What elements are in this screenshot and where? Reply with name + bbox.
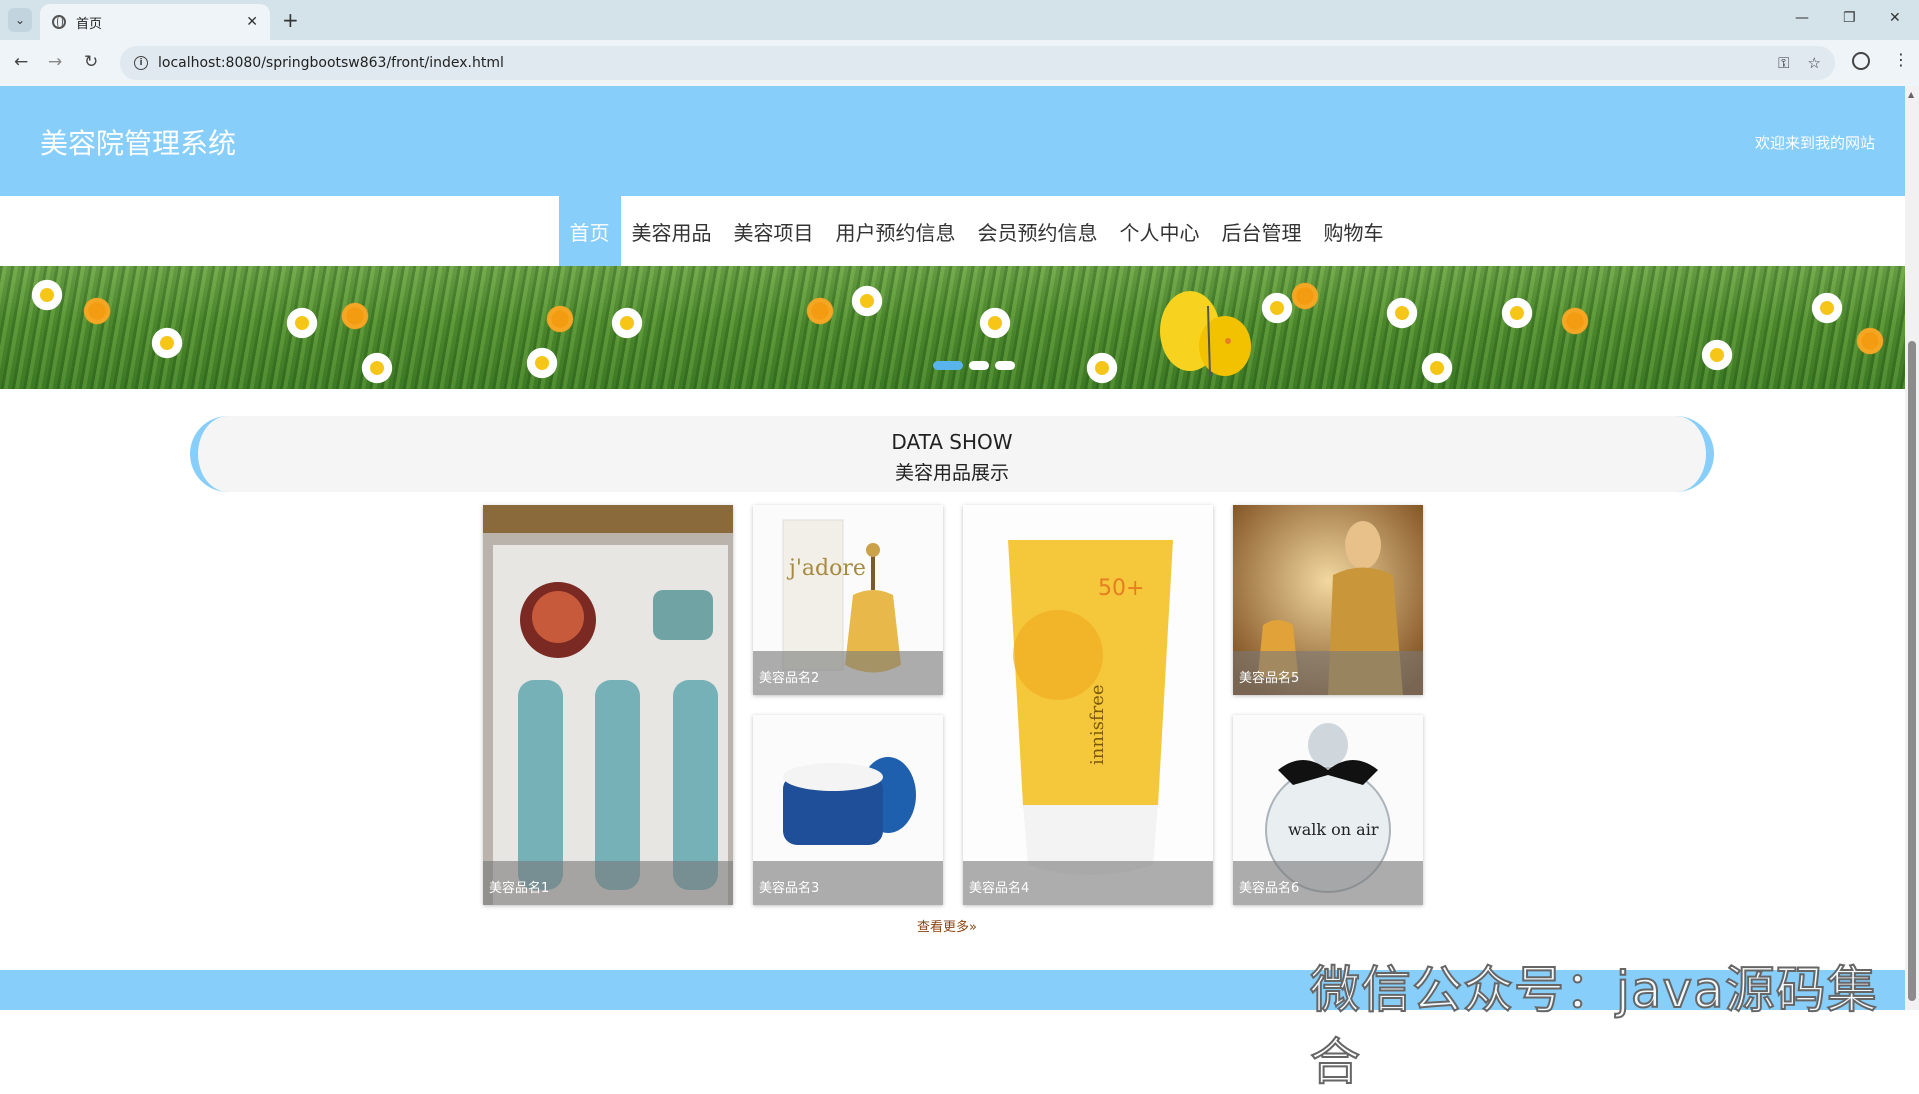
- daisy-flower: [1810, 291, 1844, 325]
- watermark-text: 微信公众号：java源码集合: [1309, 960, 1878, 1092]
- bookmark-star-icon[interactable]: ☆: [1808, 54, 1821, 72]
- tab-list-button[interactable]: ⌄: [8, 8, 32, 32]
- section-title-en: DATA SHOW: [891, 430, 1013, 454]
- dandelion-flower: [1855, 326, 1885, 356]
- svg-text:walk on air: walk on air: [1288, 820, 1379, 839]
- product-card[interactable]: 美容品名1: [483, 505, 733, 905]
- nav-item-beauty-projects[interactable]: 美容项目: [723, 196, 825, 266]
- product-name: 美容品名6: [1233, 861, 1423, 905]
- nav-item-beauty-products[interactable]: 美容用品: [621, 196, 723, 266]
- svg-text:50+: 50+: [1098, 576, 1144, 601]
- section-title-cn: 美容用品展示: [894, 462, 1009, 484]
- svg-text:innisfree: innisfree: [1087, 684, 1108, 765]
- new-tab-button[interactable]: +: [282, 8, 299, 32]
- scrollbar[interactable]: ▲: [1905, 86, 1919, 1010]
- nav-item-home[interactable]: 首页: [558, 196, 621, 266]
- view-more-link[interactable]: 查看更多»: [917, 916, 977, 935]
- restore-button[interactable]: ❐: [1843, 10, 1856, 26]
- carousel-dot-1[interactable]: [932, 361, 963, 370]
- daisy-flower: [850, 284, 884, 318]
- daisy-flower: [1500, 296, 1534, 330]
- daisy-flower: [1260, 291, 1294, 325]
- browser-tab[interactable]: 首页 ✕: [40, 4, 270, 40]
- product-card[interactable]: 美容品名3: [753, 715, 943, 905]
- product-card[interactable]: 美容品名5: [1233, 505, 1423, 695]
- tab-strip: ⌄ 首页 ✕ + — ❐ ✕: [0, 0, 1919, 40]
- dandelion-flower: [805, 296, 835, 326]
- dandelion-flower: [1290, 281, 1320, 311]
- product-card[interactable]: j'adore 美容品名2: [753, 505, 943, 695]
- product-name: 美容品名4: [963, 861, 1213, 905]
- browser-chrome: ⌄ 首页 ✕ + — ❐ ✕ ← → ↻ i localhost:8080/sp…: [0, 0, 1919, 86]
- nav-item-member-appointments[interactable]: 会员预约信息: [967, 196, 1109, 266]
- url-text[interactable]: localhost:8080/springbootsw863/front/ind…: [158, 55, 504, 71]
- daisy-flower: [978, 306, 1012, 340]
- carousel-dot-3[interactable]: [994, 361, 1015, 370]
- nav-item-user-appointments[interactable]: 用户预约信息: [825, 196, 967, 266]
- product-image: [483, 505, 733, 905]
- dandelion-flower: [82, 296, 112, 326]
- daisy-flower: [610, 306, 644, 340]
- section-title-box: DATA SHOW 美容用品展示: [190, 416, 1714, 492]
- nav-item-personal-center[interactable]: 个人中心: [1109, 196, 1211, 266]
- tab-close-icon[interactable]: ✕: [246, 14, 258, 30]
- profile-icon[interactable]: [1852, 52, 1870, 70]
- daisy-flower: [30, 278, 64, 312]
- nav-item-cart[interactable]: 购物车: [1313, 196, 1395, 266]
- forward-button[interactable]: →: [48, 52, 62, 72]
- banner-carousel[interactable]: [0, 266, 1905, 389]
- product-image: 50+ innisfree: [963, 505, 1213, 905]
- product-name: 美容品名1: [483, 861, 733, 905]
- dandelion-flower: [1560, 306, 1590, 336]
- browser-menu-icon[interactable]: ⋮: [1893, 50, 1909, 69]
- product-name: 美容品名3: [753, 861, 943, 905]
- window-close-button[interactable]: ✕: [1889, 10, 1901, 26]
- dandelion-flower: [545, 304, 575, 334]
- site-title: 美容院管理系统: [40, 127, 237, 160]
- site-info-icon[interactable]: i: [134, 56, 148, 70]
- globe-icon: [52, 15, 66, 29]
- product-name: 美容品名2: [753, 651, 943, 695]
- scrollbar-thumb[interactable]: [1908, 341, 1916, 1001]
- nav-item-admin[interactable]: 后台管理: [1211, 196, 1313, 266]
- product-name: 美容品名5: [1233, 651, 1423, 695]
- reload-button[interactable]: ↻: [84, 52, 98, 72]
- welcome-text: 欢迎来到我的网站: [1754, 134, 1875, 152]
- dandelion-flower: [340, 301, 370, 331]
- svg-text:j'adore: j'adore: [786, 556, 866, 581]
- main-nav: 首页 美容用品 美容项目 用户预约信息 会员预约信息 个人中心 后台管理 购物车: [0, 196, 1905, 266]
- page-viewport: 美容院管理系统 欢迎来到我的网站 首页 美容用品 美容项目 用户预约信息 会员预…: [0, 86, 1905, 1010]
- carousel-indicators: [0, 361, 1905, 370]
- product-card[interactable]: 50+ innisfree 美容品名4: [963, 505, 1213, 905]
- carousel-dot-2[interactable]: [968, 361, 989, 370]
- site-header: 美容院管理系统 欢迎来到我的网站: [0, 86, 1905, 196]
- daisy-flower: [285, 306, 319, 340]
- daisy-flower: [1385, 296, 1419, 330]
- scroll-up-icon[interactable]: ▲: [1908, 90, 1914, 99]
- back-button[interactable]: ←: [14, 52, 28, 72]
- tab-title: 首页: [76, 16, 103, 32]
- address-bar-row: ← → ↻ i localhost:8080/springbootsw863/f…: [0, 40, 1919, 86]
- address-bar[interactable]: i localhost:8080/springbootsw863/front/i…: [120, 46, 1835, 80]
- minimize-button[interactable]: —: [1795, 10, 1809, 26]
- key-icon[interactable]: ⚿: [1778, 54, 1789, 72]
- product-card[interactable]: walk on air 美容品名6: [1233, 715, 1423, 905]
- daisy-flower: [150, 326, 184, 360]
